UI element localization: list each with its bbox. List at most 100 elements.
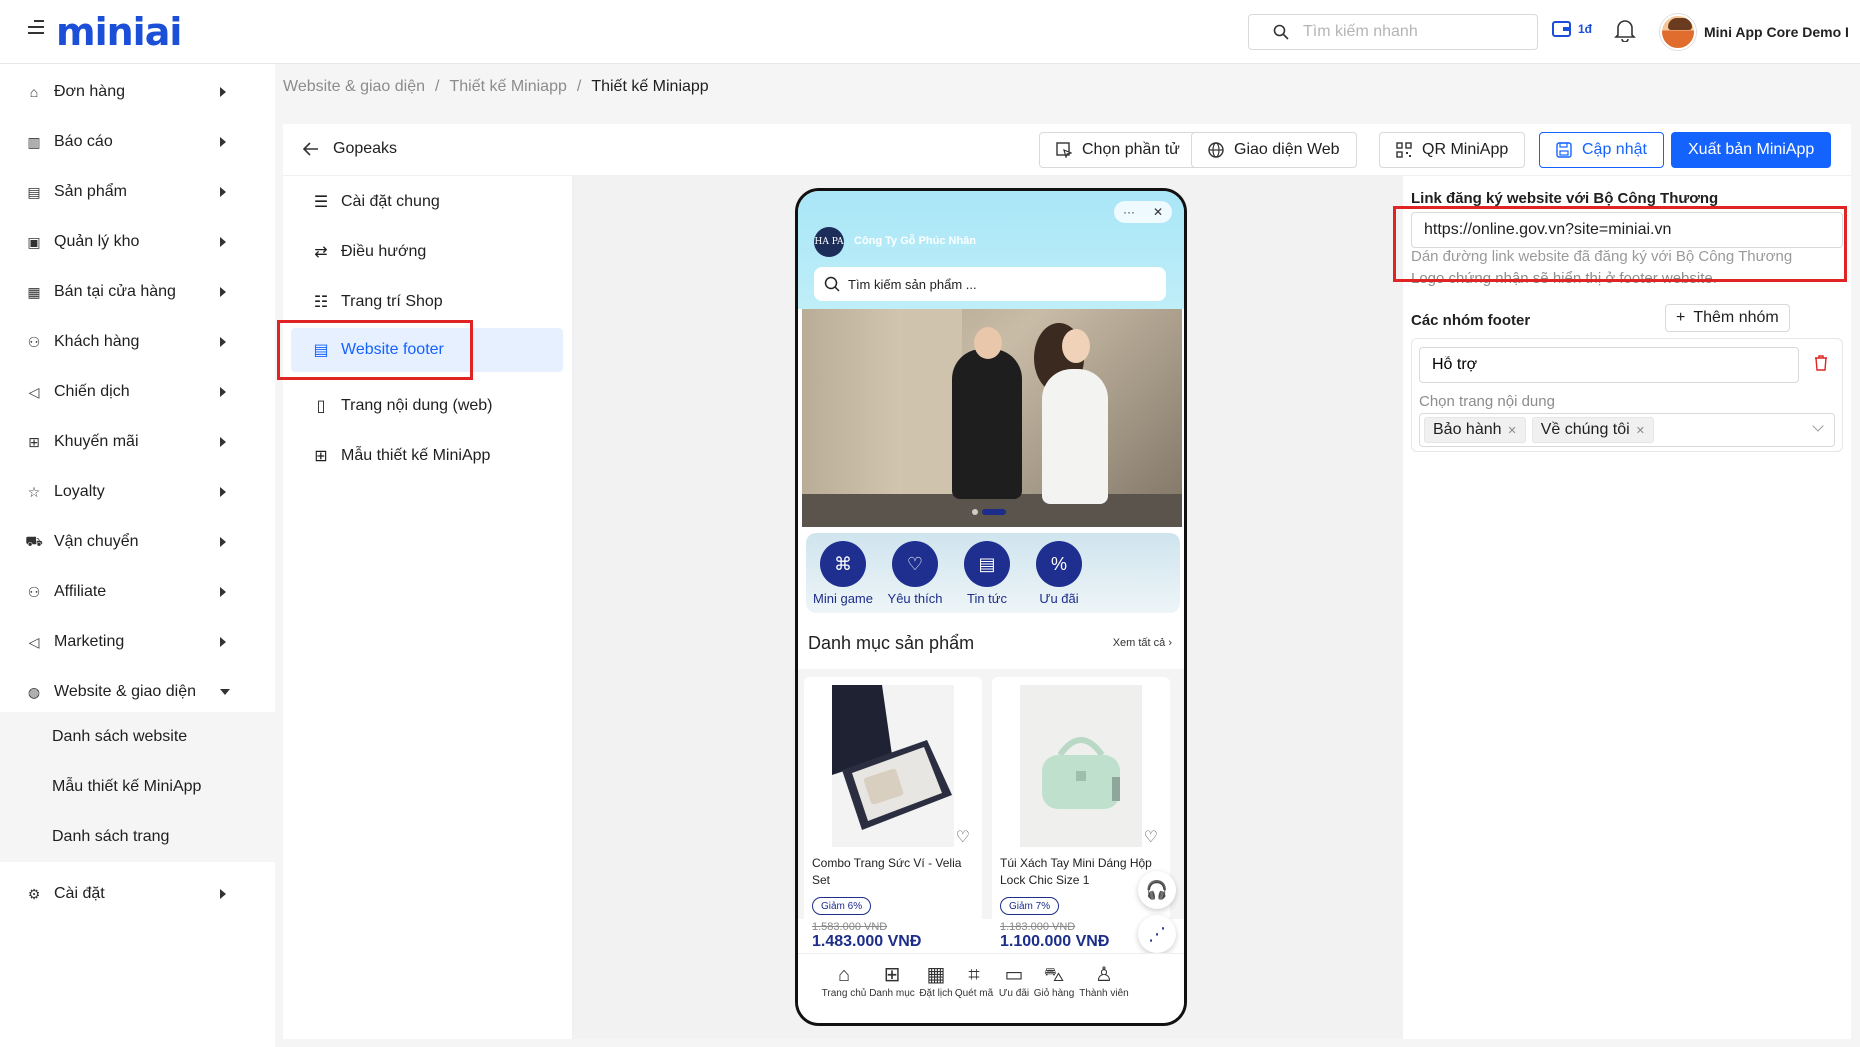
button-label: Thêm nhóm [1693, 309, 1779, 326]
caret-right-icon [220, 537, 226, 547]
link-label: Link đăng ký website với Bộ Công Thương [1411, 190, 1719, 207]
wallet-icon [1552, 21, 1571, 37]
more-icon[interactable]: ··· [1123, 205, 1135, 219]
tab-home[interactable]: ⌂ Trang chủ [818, 962, 870, 999]
footer-icon: ▤ [313, 342, 329, 359]
footer-groups-title: Các nhóm footer [1411, 312, 1531, 329]
sidebar-item-customers[interactable]: ⚇ Khách hàng [0, 318, 275, 366]
breadcrumb-item[interactable]: Thiết kế Miniapp [449, 78, 566, 96]
product-icon: ▤ [27, 183, 41, 200]
sidebar-item-loyalty[interactable]: ☆ Loyalty [0, 468, 275, 516]
sidebar-item-promotions[interactable]: ⊞ Khuyến mãi [0, 418, 275, 466]
tag-label: Bảo hành [1433, 421, 1502, 438]
menu-toggle-icon[interactable] [28, 20, 48, 40]
share-icon[interactable]: ⋰ [1138, 915, 1176, 953]
menu-item-miniapp-templates[interactable]: ⊞ Mẫu thiết kế MiniApp [291, 434, 563, 478]
sidebar-item-campaigns[interactable]: ◁ Chiến dịch [0, 368, 275, 416]
sidebar-item-pos[interactable]: ▦ Bán tại cửa hàng [0, 268, 275, 316]
gamepad-icon: ⌘ [820, 541, 866, 587]
phone-search-placeholder: Tìm kiếm sản phẩm ... [848, 276, 977, 292]
store-icon: ▦ [27, 283, 41, 300]
user-menu[interactable]: Mini App Core Demo I [1660, 14, 1849, 50]
menu-item-website-footer[interactable]: ▤ Website footer [291, 328, 563, 372]
back-button[interactable]: Gopeaks [303, 140, 397, 158]
submenu-item-page-list[interactable]: Danh sách trang [52, 828, 169, 846]
menu-item-navigation[interactable]: ⇄ Điều hướng [291, 230, 563, 274]
button-label: Giao diện Web [1234, 141, 1340, 158]
discount-icon: % [1036, 541, 1082, 587]
quick-item-favorites[interactable]: ♡ Yêu thích [880, 541, 950, 606]
sidebar-item-website[interactable]: ◍ Website & giao diện [0, 668, 275, 716]
menu-item-general-settings[interactable]: ☰ Cài đặt chung [291, 180, 563, 224]
moit-link-input[interactable] [1411, 212, 1843, 248]
preview-canvas: ··· ✕ HA PA Công Ty Gỗ Phúc Nhân Tìm kiếm… [573, 176, 1403, 1039]
update-button[interactable]: Cập nhật [1539, 132, 1664, 168]
content-page-select[interactable]: Bảo hành ✕ Về chúng tôi ✕ [1419, 413, 1835, 447]
menu-item-shop-decoration[interactable]: ☷ Trang trí Shop [291, 280, 563, 324]
app-logo[interactable]: miniai [56, 8, 182, 56]
tab-label: Thành viên [1079, 988, 1129, 999]
sidebar-item-warehouse[interactable]: ▣ Quản lý kho [0, 218, 275, 266]
see-all-link[interactable]: Xem tất cả › [1113, 637, 1172, 649]
tag-warranty: Bảo hành ✕ [1424, 417, 1526, 443]
submenu-item-website-list[interactable]: Danh sách website [52, 728, 187, 746]
banner-image[interactable] [802, 309, 1182, 527]
favorite-heart-icon[interactable]: ♡ [1144, 827, 1158, 847]
warehouse-icon: ▣ [27, 233, 41, 250]
qr-miniapp-button[interactable]: QR MiniApp [1379, 132, 1526, 168]
user-name: Mini App Core Demo I [1704, 24, 1849, 40]
publish-miniapp-button[interactable]: Xuất bản MiniApp [1671, 132, 1832, 168]
tab-cart[interactable]: ⛍ Giỏ hàng [1028, 962, 1080, 999]
sidebar-item-marketing[interactable]: ◁ Marketing [0, 618, 275, 666]
search-input[interactable] [1303, 23, 1523, 41]
menu-item-label: Cài đặt chung [341, 193, 440, 210]
trash-icon[interactable] [1814, 355, 1828, 375]
quick-item-news[interactable]: ▤ Tin tức [952, 541, 1022, 606]
menu-item-content-pages[interactable]: ▯ Trang nội dung (web) [291, 384, 563, 428]
notification-bell-icon[interactable] [1614, 18, 1636, 47]
top-bar: miniai 1đ Mini App Core Demo I [0, 0, 1860, 64]
sidebar-item-affiliate[interactable]: ⚇ Affiliate [0, 568, 275, 616]
close-icon[interactable]: ✕ [1636, 424, 1645, 437]
quick-search[interactable] [1248, 14, 1538, 50]
favorite-heart-icon[interactable]: ♡ [956, 827, 970, 847]
bag-icon: ⌂ [29, 84, 39, 100]
wallet-widget[interactable]: 1đ [1552, 20, 1592, 38]
affiliate-icon: ⚇ [27, 583, 41, 600]
sidebar-item-products[interactable]: ▤ Sản phẩm [0, 168, 275, 216]
miniapp-capsule[interactable]: ··· ✕ [1114, 201, 1172, 223]
caret-right-icon [220, 889, 226, 899]
close-icon[interactable]: ✕ [1153, 205, 1163, 219]
editor-panel: Gopeaks Chọn phần tử Giao diện Web QR Mi… [277, 124, 1851, 1039]
tab-label: Ưu đãi [998, 988, 1030, 999]
headset-support-icon[interactable]: 🎧 [1138, 871, 1176, 909]
sidebar-item-orders[interactable]: ⌂ Đơn hàng [0, 68, 275, 116]
group-name-input[interactable] [1419, 347, 1799, 383]
breadcrumb-item[interactable]: Website & giao diện [283, 78, 425, 96]
sidebar-item-label: Khuyến mãi [54, 433, 139, 450]
company-name: Công Ty Gỗ Phúc Nhân [854, 235, 977, 247]
add-group-button[interactable]: + Thêm nhóm [1665, 304, 1790, 332]
select-element-button[interactable]: Chọn phần tử [1039, 132, 1197, 168]
breadcrumb-separator: / [576, 78, 582, 95]
sidebar-item-label: Affiliate [54, 583, 107, 600]
sidebar-item-settings[interactable]: ⚙ Cài đặt [0, 870, 275, 918]
discount-badge: Giảm 6% [812, 897, 872, 915]
phone-search-bar[interactable]: Tìm kiếm sản phẩm ... [814, 267, 1166, 301]
tab-label: Trang chủ [821, 988, 867, 999]
search-icon [1273, 24, 1289, 40]
tab-members[interactable]: ♙ Thành viên [1078, 962, 1130, 999]
submenu-item-miniapp-templates[interactable]: Mẫu thiết kế MiniApp [52, 778, 201, 796]
quick-item-mini-game[interactable]: ⌘ Mini game [808, 541, 878, 606]
product-card[interactable]: ♡ Combo Trang Sức Ví - Velia Set Giảm 6%… [804, 677, 982, 950]
button-label: QR MiniApp [1422, 141, 1509, 158]
sidebar-item-shipping[interactable]: ⛟ Vận chuyển [0, 518, 275, 566]
navigation-icon: ⇄ [314, 244, 328, 261]
sidebar-item-label: Báo cáo [54, 133, 113, 150]
quick-item-deals[interactable]: % Ưu đãi [1024, 541, 1094, 606]
close-icon[interactable]: ✕ [1508, 424, 1517, 437]
web-ui-button[interactable]: Giao diện Web [1191, 132, 1357, 168]
chevron-right-icon: › [1168, 637, 1172, 649]
banner-pagination[interactable] [972, 509, 1006, 515]
sidebar-item-reports[interactable]: ▥ Báo cáo [0, 118, 275, 166]
